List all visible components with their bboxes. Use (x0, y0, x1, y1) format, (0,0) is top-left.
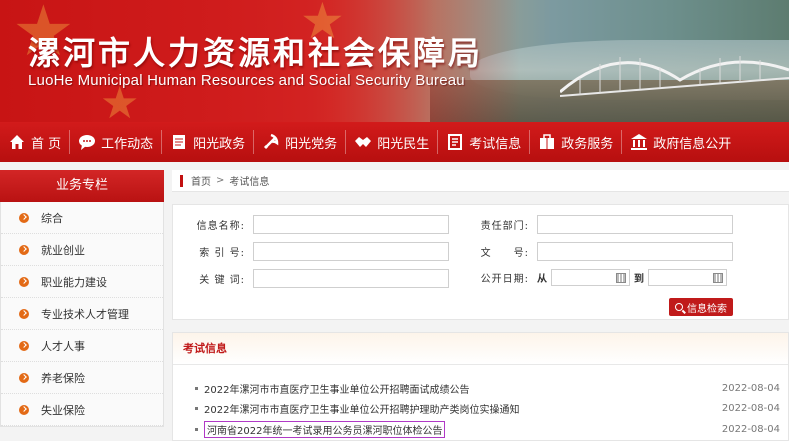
calendar-icon[interactable] (713, 273, 723, 283)
bullet-arrow-icon (19, 404, 29, 415)
publish-date-label: 公开日期: (480, 274, 529, 285)
document-icon (173, 135, 186, 149)
keyword-input[interactable] (253, 269, 449, 288)
nav-item-livelihood[interactable]: 阳光民生 (346, 122, 437, 162)
news-date: 2022-08-04 (721, 402, 780, 414)
nav-item-home[interactable]: 首 页 (0, 122, 69, 162)
building-icon (631, 134, 648, 150)
nav-item-label: 政务服务 (561, 136, 614, 152)
list-item[interactable]: 2022年漯河市市直医疗卫生事业单位公开招聘面试成绩公告 2022-08-04 (195, 381, 780, 396)
form-row: 公开日期: 从 到 (457, 269, 727, 286)
bullet-arrow-icon (19, 244, 29, 255)
document-number-label: 文 号: (480, 248, 529, 259)
sidebar-item-label: 就业创业 (41, 243, 85, 257)
sidebar-item-label: 人才人事 (41, 339, 85, 353)
sidebar-item-personnel[interactable]: 人才人事 (1, 330, 163, 362)
main-nav: 首 页 工作动态 阳光政务 阳光党务 阳光民生 考试信息 政务服务 政府信息公开 (0, 122, 789, 162)
bullet-arrow-icon (19, 212, 29, 223)
exam-info-title: 考试信息 (173, 333, 788, 365)
news-title[interactable]: 2022年漯河市市直医疗卫生事业单位公开招聘护理助产类岗位实操通知 (195, 401, 519, 416)
nav-item-gov-affairs[interactable]: 阳光政务 (162, 122, 253, 162)
sidebar-item-label: 职业能力建设 (41, 275, 107, 289)
nav-item-label: 考试信息 (469, 136, 522, 152)
sidebar-item-employment[interactable]: 就业创业 (1, 234, 163, 266)
form-row: 信息名称: (173, 215, 449, 234)
nav-item-label: 工作动态 (101, 136, 154, 152)
index-number-label: 索 引 号: (199, 248, 245, 259)
date-from-input[interactable] (551, 269, 630, 286)
list-item[interactable]: 2022年漯河市市直医疗卫生事业单位公开招聘护理助产类岗位实操通知 2022-0… (195, 401, 780, 416)
sidebar-item-unemployment[interactable]: 失业保险 (1, 394, 163, 426)
bullet-arrow-icon (19, 340, 29, 351)
nav-item-label: 阳光民生 (377, 136, 430, 152)
notepad-icon (448, 134, 463, 150)
list-item[interactable]: 河南省2022年统一考试录用公务员漯河职位体检公告 2022-08-04 (195, 420, 780, 438)
nav-item-label: 政府信息公开 (653, 136, 732, 152)
bullet-arrow-icon (19, 276, 29, 287)
party-emblem-icon (264, 133, 279, 150)
site-title: 漯河市人力资源和社会保障局 (28, 34, 484, 72)
info-search-form: 信息名称: 责任部门: 索 引 号: 文 号: 关 键 词: 公开日期: 从 到… (172, 204, 789, 320)
keyword-label: 关 键 词: (199, 275, 245, 286)
sidebar-item-pension[interactable]: 养老保险 (1, 362, 163, 394)
handshake-icon (355, 137, 372, 147)
news-title[interactable]: 河南省2022年统一考试录用公务员漯河职位体检公告 (195, 420, 446, 438)
bullet-arrow-icon (19, 372, 29, 383)
nav-item-exam-info[interactable]: 考试信息 (438, 122, 529, 162)
department-label: 责任部门: (480, 221, 529, 232)
department-input[interactable] (537, 215, 733, 234)
sidebar-title: 业务专栏 (0, 170, 164, 202)
breadcrumb-separator: > (216, 175, 225, 186)
search-icon (675, 303, 683, 311)
exam-info-panel: 考试信息 2022年漯河市市直医疗卫生事业单位公开招聘面试成绩公告 2022-0… (172, 332, 789, 441)
header-banner: ★ ★ ★ 漯河市人力资源和社会保障局 LuoHe Municipal Huma… (0, 0, 789, 122)
home-icon (10, 135, 24, 149)
nav-item-gov-services[interactable]: 政务服务 (530, 122, 621, 162)
business-sidebar: 业务专栏 综合 就业创业 职业能力建设 专业技术人才管理 人才人事 养老保险 失… (0, 170, 164, 441)
news-title-text: 2022年漯河市市直医疗卫生事业单位公开招聘面试成绩公告 (204, 384, 470, 396)
info-name-label: 信息名称: (196, 221, 245, 232)
nav-item-label: 阳光政务 (193, 136, 246, 152)
sidebar-item-label: 综合 (41, 211, 63, 225)
search-button-label: 信息检索 (687, 303, 727, 315)
sidebar-item-general[interactable]: 综合 (1, 202, 163, 234)
document-number-input[interactable] (537, 242, 733, 261)
form-row: 责任部门: (457, 215, 733, 234)
nav-item-label: 阳光党务 (285, 136, 338, 152)
sidebar-item-label: 专业技术人才管理 (41, 307, 129, 321)
breadcrumb-home-link[interactable]: 首页 (191, 173, 211, 188)
breadcrumb: 首页 > 考试信息 (172, 170, 789, 192)
info-search-button[interactable]: 信息检索 (669, 298, 733, 316)
chat-bubble-icon (79, 135, 96, 150)
nav-item-gov-info-disclosure[interactable]: 政府信息公开 (622, 122, 739, 162)
breadcrumb-marker (180, 174, 183, 187)
news-title-text: 河南省2022年统一考试录用公务员漯河职位体检公告 (204, 420, 446, 438)
date-to-label: 到 (634, 274, 644, 285)
banner-bridge-image (560, 56, 789, 97)
news-title[interactable]: 2022年漯河市市直医疗卫生事业单位公开招聘面试成绩公告 (195, 381, 469, 396)
calendar-icon[interactable] (616, 273, 626, 283)
sidebar-item-label: 失业保险 (41, 403, 85, 417)
info-name-input[interactable] (253, 215, 449, 234)
index-number-input[interactable] (253, 242, 449, 261)
date-to-input[interactable] (648, 269, 727, 286)
nav-item-label: 首 页 (31, 136, 62, 152)
sidebar-item-vocational-skills[interactable]: 职业能力建设 (1, 266, 163, 298)
bullet-arrow-icon (19, 308, 29, 319)
breadcrumb-current: 考试信息 (229, 177, 270, 188)
briefcase-icon (540, 134, 555, 149)
sidebar-item-label: 养老保险 (41, 371, 85, 385)
form-row: 关 键 词: (173, 269, 449, 288)
site-subtitle: LuoHe Municipal Human Resources and Soci… (28, 72, 465, 89)
form-row: 索 引 号: (173, 242, 449, 261)
nav-item-party-affairs[interactable]: 阳光党务 (254, 122, 345, 162)
news-date: 2022-08-04 (721, 423, 780, 435)
sidebar-item-professional-talent[interactable]: 专业技术人才管理 (1, 298, 163, 330)
nav-item-work-news[interactable]: 工作动态 (70, 122, 161, 162)
sidebar-list: 综合 就业创业 职业能力建设 专业技术人才管理 人才人事 养老保险 失业保险 (0, 202, 164, 427)
news-date: 2022-08-04 (721, 382, 780, 394)
date-from-label: 从 (537, 274, 547, 285)
news-title-text: 2022年漯河市市直医疗卫生事业单位公开招聘护理助产类岗位实操通知 (204, 404, 520, 416)
form-row: 文 号: (457, 242, 733, 261)
